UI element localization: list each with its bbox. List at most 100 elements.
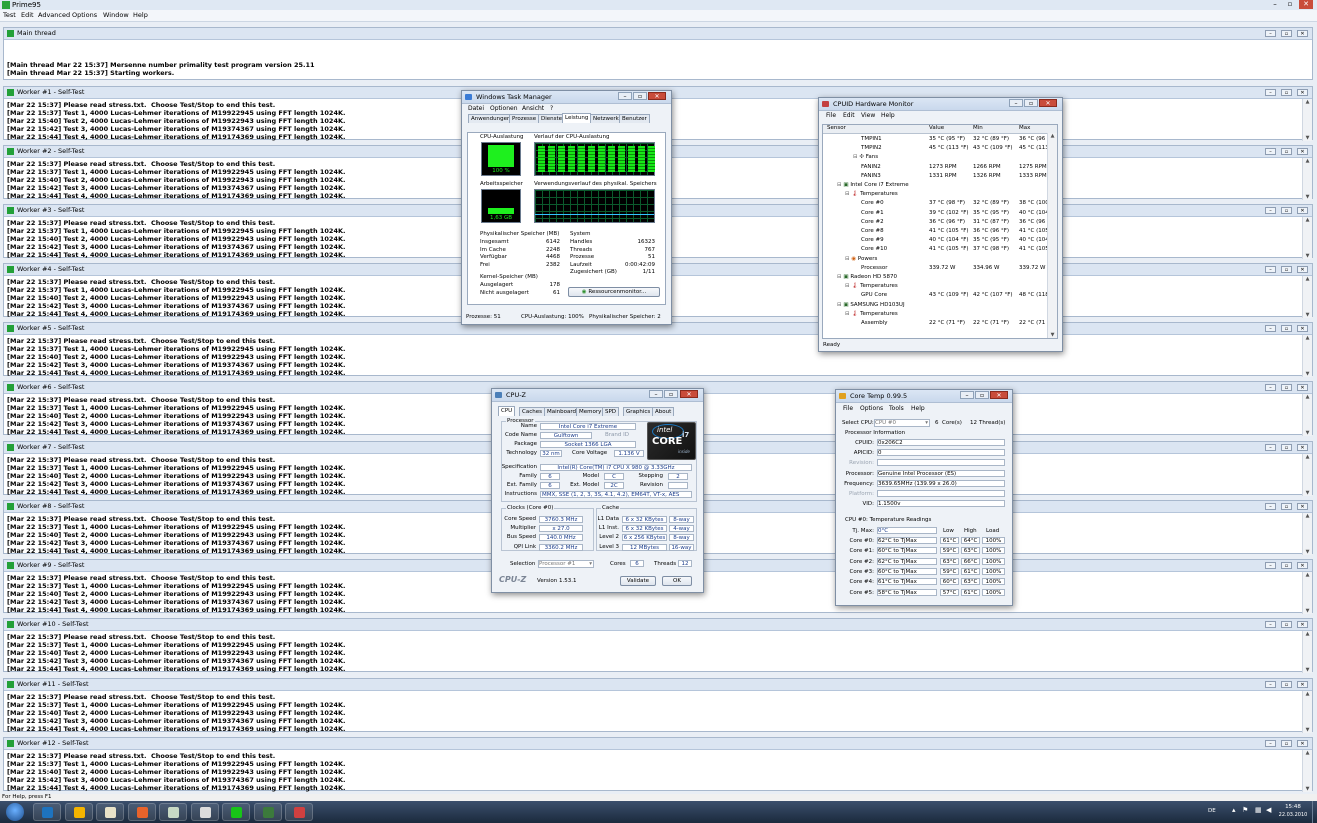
scroll-up-icon[interactable]: ▲ <box>1304 158 1311 164</box>
maximize-button[interactable]: ▫ <box>1283 0 1297 9</box>
menu-test[interactable]: Test <box>3 10 16 21</box>
maximize-button[interactable]: ▫ <box>1281 266 1292 273</box>
close-button[interactable]: ✕ <box>1297 30 1308 37</box>
menu-tools[interactable]: Tools <box>889 403 904 414</box>
menu-advanced[interactable]: Advanced <box>38 10 70 21</box>
column-sensor[interactable]: Sensor <box>827 125 846 132</box>
worker-scrollbar[interactable]: ▲ ▼ <box>1302 217 1312 259</box>
menu-optionen[interactable]: Optionen <box>490 104 518 113</box>
minimize-button[interactable]: – <box>649 390 663 398</box>
tab-spd[interactable]: SPD <box>602 407 620 416</box>
scroll-up-icon[interactable]: ▲ <box>1304 631 1311 637</box>
worker-scrollbar[interactable]: ▲ ▼ <box>1302 335 1312 377</box>
ok-button[interactable]: OK <box>662 576 692 586</box>
worker-window[interactable]: Worker #5 - Self-Test – ▫ ✕ [Mar 22 15:37] P… <box>3 322 1313 377</box>
scroll-up-icon[interactable]: ▲ <box>1049 133 1056 139</box>
close-button[interactable]: ✕ <box>1297 207 1308 214</box>
minimize-button[interactable]: – <box>1265 444 1276 451</box>
worker-window[interactable]: Worker #10 - Self-Test – ▫ ✕ [Mar 22 15:37] … <box>3 618 1313 673</box>
taskbar-internet-explorer-button[interactable] <box>33 803 61 821</box>
tree-toggle-icon[interactable]: ⊟ <box>845 256 850 262</box>
minimize-button[interactable]: – <box>1265 621 1276 628</box>
sensor-row[interactable]: Core #1 39 °C (102 °F) 35 °C (95 °F) 40 °C … <box>823 209 1053 218</box>
scroll-up-icon[interactable]: ▲ <box>1304 99 1311 105</box>
menu-window[interactable]: Window <box>103 10 129 21</box>
worker-scrollbar[interactable]: ▲ ▼ <box>1302 750 1312 792</box>
taskbar-coretemp-button[interactable] <box>285 803 313 821</box>
close-button[interactable]: ✕ <box>1297 266 1308 273</box>
tree-toggle-icon[interactable]: ⊟ <box>837 182 842 188</box>
sensor-row[interactable]: ⊟ 🌡 Temperatures <box>823 190 1051 199</box>
tab-leistung[interactable]: Leistung <box>562 113 592 123</box>
sensor-scrollbar[interactable]: ▲ ▼ <box>1047 133 1057 338</box>
taskbar-media-player-button[interactable] <box>64 803 93 821</box>
sensor-row[interactable]: ⊟ ◉ Powers <box>823 255 1051 264</box>
menu-options[interactable]: Options <box>860 403 883 414</box>
cpuz-window[interactable]: CPU-Z – ▫ ✕ CPU Caches Mainboard Memory … <box>491 388 704 593</box>
menu-view[interactable]: View <box>861 111 875 120</box>
menu-edit[interactable]: Edit <box>21 10 34 21</box>
close-button[interactable]: ✕ <box>1297 89 1308 96</box>
coretemp-window[interactable]: Core Temp 0.99.5 – ▫ ✕ File Options Tool… <box>835 389 1013 606</box>
close-button[interactable]: ✕ <box>990 391 1008 399</box>
tray-arrow-icon[interactable]: ▴ <box>1232 807 1236 814</box>
tab-dienste[interactable]: Dienste <box>538 114 566 123</box>
tab-benutzer[interactable]: Benutzer <box>619 114 650 123</box>
maximize-button[interactable]: ▫ <box>1281 30 1292 37</box>
column-value[interactable]: Value <box>929 125 944 132</box>
minimize-button[interactable]: – <box>1265 503 1276 510</box>
maximize-button[interactable]: ▫ <box>1024 99 1038 107</box>
sensor-row[interactable]: FANIN2 1273 RPM 1266 RPM 1275 RPM <box>823 163 1051 172</box>
maximize-button[interactable]: ▫ <box>1281 384 1292 391</box>
scroll-down-icon[interactable]: ▼ <box>1304 786 1311 792</box>
start-orb-icon[interactable] <box>6 803 24 821</box>
menu-file[interactable]: File <box>843 403 853 414</box>
scroll-down-icon[interactable]: ▼ <box>1304 727 1311 733</box>
tree-toggle-icon[interactable]: ⊟ <box>837 274 842 280</box>
resource-monitor-button[interactable]: ◉ Ressourcenmonitor... <box>568 287 660 297</box>
volume-icon[interactable]: ◀ <box>1266 807 1271 814</box>
clock-time[interactable]: 15:48 <box>1278 804 1308 811</box>
taskbar-app-icon-a-button[interactable] <box>159 803 187 821</box>
taskbar-cpuid-button[interactable] <box>253 803 282 821</box>
minimize-button[interactable]: – <box>1265 148 1276 155</box>
maximize-button[interactable]: ▫ <box>1281 89 1292 96</box>
worker-scrollbar[interactable]: ▲ ▼ <box>1302 631 1312 673</box>
scroll-down-icon[interactable]: ▼ <box>1304 135 1311 141</box>
minimize-button[interactable]: – <box>618 92 632 100</box>
clock-date[interactable]: 22.03.2010 <box>1274 812 1312 819</box>
scroll-down-icon[interactable]: ▼ <box>1304 194 1311 200</box>
tab-netzwerk[interactable]: Netzwerk <box>590 114 622 123</box>
close-button[interactable]: ✕ <box>648 92 666 100</box>
cpuid-hwmonitor-window[interactable]: CPUID Hardware Monitor – ▫ ✕ File Edit V… <box>818 97 1063 352</box>
close-button[interactable]: ✕ <box>1297 681 1308 688</box>
scroll-up-icon[interactable]: ▲ <box>1304 276 1311 282</box>
column-min[interactable]: Min <box>973 125 983 132</box>
network-icon[interactable]: ▦ <box>1255 807 1262 814</box>
menu-file[interactable]: File <box>826 111 836 120</box>
minimize-button[interactable]: – <box>1265 325 1276 332</box>
menu-edit[interactable]: Edit <box>843 111 855 120</box>
minimize-button[interactable]: – <box>1265 89 1276 96</box>
scroll-up-icon[interactable]: ▲ <box>1304 217 1311 223</box>
sensor-row[interactable]: Assembly 22 °C (71 °F) 22 °C (71 °F) 22 °C … <box>823 319 1051 328</box>
select-cpu-dropdown[interactable]: CPU #0 ▾ <box>874 419 930 427</box>
scroll-down-icon[interactable]: ▼ <box>1304 667 1311 673</box>
worker-scrollbar[interactable]: ▲ ▼ <box>1302 158 1312 200</box>
menu-help[interactable]: Help <box>881 111 895 120</box>
close-button[interactable]: ✕ <box>1297 444 1308 451</box>
maximize-button[interactable]: ▫ <box>1281 562 1292 569</box>
selection-dropdown[interactable]: Processor #1 ▾ <box>538 560 594 568</box>
maximize-button[interactable]: ▫ <box>1281 325 1292 332</box>
menu-ansicht[interactable]: Ansicht <box>522 104 544 113</box>
maximize-button[interactable]: ▫ <box>1281 681 1292 688</box>
maximize-button[interactable]: ▫ <box>1281 740 1292 747</box>
tree-toggle-icon[interactable]: ⊟ <box>853 154 858 160</box>
scroll-down-icon[interactable]: ▼ <box>1304 253 1311 259</box>
minimize-button[interactable]: – <box>1265 30 1276 37</box>
maximize-button[interactable]: ▫ <box>1281 444 1292 451</box>
scroll-down-icon[interactable]: ▼ <box>1049 332 1056 338</box>
scroll-up-icon[interactable]: ▲ <box>1304 750 1311 756</box>
sensor-row[interactable]: ⊟ 🌡 Temperatures <box>823 282 1051 291</box>
close-button[interactable]: ✕ <box>1297 740 1308 747</box>
